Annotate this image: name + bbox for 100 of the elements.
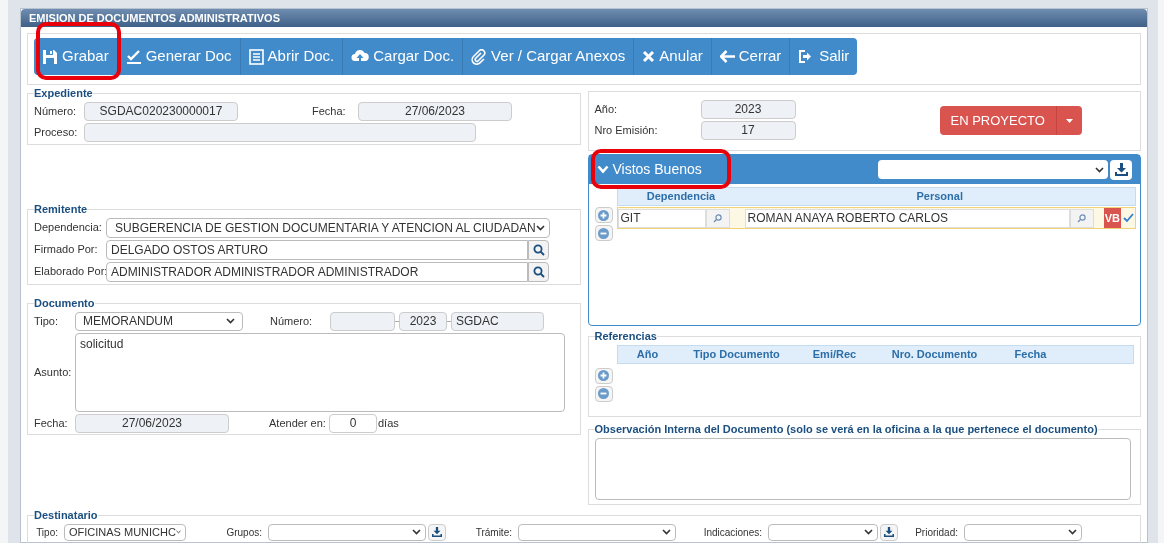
type-select[interactable]: MEMORANDUM [75,311,243,331]
search-icon [713,213,722,223]
year-field[interactable]: 2023 [700,100,796,119]
search-button[interactable] [528,239,549,260]
personnel-field[interactable]: ROMAN ANAYA ROBERTO CARLOS [744,208,1070,228]
chevron-down-icon [662,529,671,535]
plus-icon [598,209,609,221]
chevron-down-icon [226,318,235,324]
chevron-down-icon [175,529,181,535]
field-label: Proceso: [34,124,76,140]
field-label: Elaborado Por: [34,264,106,280]
group-legend: Destinatario [34,507,98,524]
column-header: Nro. Documento [890,346,979,362]
minus-icon [598,227,609,239]
checkmark-icon [125,48,142,65]
column-header: Año [635,346,660,362]
column-header: Personal [915,189,964,204]
date-field[interactable]: 27/06/2023 [358,101,512,121]
field-label: Tipo: [34,313,60,329]
toolbar-button[interactable]: Cerrar [710,38,790,75]
group-legend: Expediente [34,85,93,102]
toolbar-button[interactable]: Grabar [34,38,117,75]
chevron-down-icon [864,529,873,535]
chevron-down-icon [1068,529,1077,535]
dropdown-select[interactable] [964,523,1082,541]
search-icon [1077,213,1086,223]
field-label: Dependencia: [34,220,103,236]
group-legend: Documento [34,295,95,312]
remove-button[interactable] [594,385,613,402]
checkmark-icon[interactable] [1122,213,1134,223]
subject-textarea[interactable]: solicitud [75,332,565,412]
column-header: Fecha [1013,346,1048,362]
toolbar-button[interactable]: Generar Doc [116,38,240,75]
number-field[interactable]: SGDAC020230000017 [84,101,238,121]
remove-button[interactable] [594,225,613,241]
vb-badge: VB [1103,208,1121,228]
dropdown-select[interactable] [518,523,676,541]
download-icon [1114,163,1128,176]
column-header: Dependencia [645,189,717,204]
field-label: Fecha: [34,415,69,431]
add-button[interactable] [594,207,613,223]
save-icon [42,48,58,65]
field-label: Tipo: [35,525,58,540]
download-icon [884,527,894,537]
dependency-field[interactable]: GIT [617,208,706,228]
date-field[interactable]: 27/06/2023 [75,413,229,433]
toolbar-button[interactable]: Cargar Doc. [342,38,463,75]
field-label: Nro Emisión: [594,123,659,139]
chevron-down-icon [1095,166,1104,173]
arrow-left-icon [719,50,735,63]
field-label: Asunto: [34,364,73,380]
dependency-select[interactable]: SUBGERENCIA DE GESTION DOCUMENTARIA Y ATENCION AL CIUDADAN [106,217,550,238]
chevron-down-icon [596,165,609,174]
search-button[interactable] [528,261,549,282]
download-button[interactable] [880,523,898,541]
field-label: Trámite: [474,525,512,540]
chevron-down-icon [536,224,545,231]
toolbar-button[interactable]: Salir [789,38,858,75]
field-label: Año: [594,102,619,118]
field-label: Número: [270,313,314,329]
column-header: Tipo Documento [692,346,781,362]
plus-icon [598,370,609,381]
list-icon [248,48,264,65]
close-icon [642,50,656,63]
observation-textarea[interactable] [594,437,1131,500]
panel-title: EMISION DE DOCUMENTOS ADMINISTRATIVOS [21,9,1147,27]
column-header: Emi/Rec [811,346,858,362]
download-icon [432,527,442,537]
paperclip-icon [471,48,488,65]
dropdown-select[interactable]: OFICINAS MUNICHC [64,523,186,541]
year-field[interactable]: 2023 [399,311,447,331]
chevron-down-icon [412,529,421,535]
field-label: Prioridad: [914,525,958,540]
name-field[interactable]: DELGADO OSTOS ARTURO [106,239,528,260]
vistos-buenos-toggle[interactable]: Vistos Buenos [596,159,702,180]
search-icon [532,265,545,278]
download-button[interactable] [428,523,446,541]
caret-icon [1065,118,1073,123]
field-label: Indicaciones: [702,525,762,540]
download-button[interactable] [1110,159,1132,180]
minus-icon [598,388,609,399]
suffix-field[interactable]: SGDAC [451,311,544,331]
field-label: Fecha: [312,103,347,119]
group-legend: Referencias [594,328,657,345]
add-button[interactable] [594,367,613,384]
days-field[interactable]: 0 [329,413,377,433]
toolbar-button[interactable]: Anular [633,38,711,75]
field-label: Grupos: [225,525,262,540]
toolbar-button[interactable]: Ver / Cargar Anexos [462,38,634,75]
field-label: Atender en: [269,415,327,431]
emission-number-field[interactable]: 17 [700,121,796,140]
group-legend: Remitente [34,201,88,218]
process-field[interactable] [84,122,476,142]
search-icon [532,243,545,256]
group-legend: Observación Interna del Documento (solo se verá en la oficina a la que pertenece el documento) [594,421,1098,438]
field-label: Número: [34,103,76,119]
number-field[interactable] [330,311,395,331]
field-label: Firmado Por: [34,242,99,258]
toolbar-button[interactable]: Abrir Doc. [239,38,343,75]
name-field[interactable]: ADMINISTRADOR ADMINISTRADOR ADMINISTRADOR [106,261,528,282]
